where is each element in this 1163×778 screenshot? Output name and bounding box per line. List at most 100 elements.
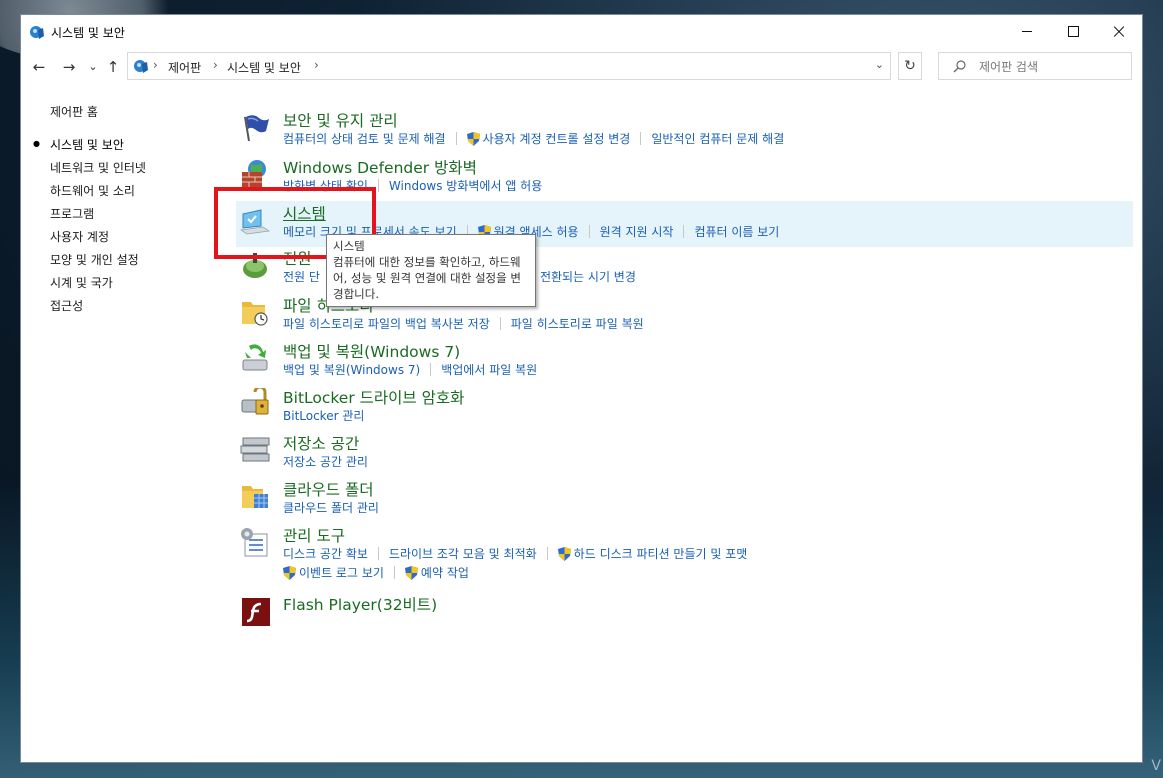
forward-button[interactable]: → [59,57,79,77]
firewall-icon [242,160,266,188]
link-uac-settings[interactable]: 사용자 계정 컨트롤 설정 변경 [483,130,631,147]
sidebar-item-user-accounts[interactable]: 사용자 계정 [50,228,109,245]
link-row: 저장소 공간 관리 [283,453,368,470]
link-divider [377,547,379,560]
bitlocker-icon [241,388,269,415]
link-troubleshoot[interactable]: 일반적인 컴퓨터 문제 해결 [651,130,784,147]
link-divider [377,179,379,192]
corner-glyph: V [1151,758,1161,774]
navigation-bar: ← → ⌄ ↑ › 제어판 › 시스템 및 보안 › ⌄ ↻ [21,49,1142,85]
back-button[interactable]: ← [29,57,49,77]
link-divider [430,363,432,376]
link-restore-files[interactable]: 파일 히스토리로 파일 복원 [511,315,644,332]
category-title[interactable]: 클라우드 폴더 [283,478,374,500]
category-title[interactable]: 관리 도구 [283,524,345,546]
recent-locations-button[interactable]: ⌄ [83,57,103,77]
link-row: 이벤트 로그 보기 예약 작업 [283,564,469,581]
backup-icon [242,344,268,371]
sidebar-item-programs[interactable]: 프로그램 [50,205,94,222]
category-title[interactable]: BitLocker 드라이브 암호화 [283,386,464,408]
category-title[interactable]: 보안 및 유지 관리 [283,109,398,131]
link-restore-from-backup[interactable]: 백업에서 파일 복원 [441,361,537,378]
tooltip-body: 컴퓨터에 대한 정보를 확인하고, 하드웨어, 성능 및 원격 연결에 대한 설… [333,255,521,301]
link-partition-format[interactable]: 하드 디스크 파티션 만들기 및 포맷 [574,545,748,562]
sidebar-item-appearance[interactable]: 모양 및 개인 설정 [50,251,139,268]
sidebar-item-home[interactable]: 제어판 홈 [50,103,98,120]
link-row: 파일 히스토리로 파일의 백업 복사본 저장 파일 히스토리로 파일 복원 [283,315,644,332]
sidebar-item-hardware[interactable]: 하드웨어 및 소리 [50,182,135,199]
control-panel-icon [134,60,148,73]
link-divider [640,132,642,145]
file-history-icon [242,302,268,326]
link-remote-assistance[interactable]: 원격 지원 시작 [600,223,674,240]
minimize-icon [1022,30,1032,32]
breadcrumb-system-security[interactable]: 시스템 및 보안 [227,59,301,76]
link-power-options[interactable]: 전원 단 [283,268,320,285]
current-bullet-icon: ● [33,139,40,148]
link-divider [455,132,457,145]
link-divider [683,225,685,238]
window-title: 시스템 및 보안 [51,26,125,40]
uac-shield-icon [404,565,418,580]
uac-shield-icon [466,131,480,146]
close-button[interactable]: × [1096,15,1142,47]
link-computer-name[interactable]: 컴퓨터 이름 보기 [694,223,779,240]
link-backup-restore[interactable]: 백업 및 복원(Windows 7) [283,361,420,378]
link-divider [499,317,501,330]
search-icon [953,60,966,73]
uac-shield-icon [283,565,296,580]
link-event-log[interactable]: 이벤트 로그 보기 [299,564,384,581]
close-icon: × [1110,19,1128,43]
cloud-folder-icon [242,486,268,508]
link-manage-cloud-folder[interactable]: 클라우드 폴더 관리 [283,499,379,516]
link-save-backup[interactable]: 파일 히스토리로 파일의 백업 복사본 저장 [283,315,490,332]
link-allow-app[interactable]: Windows 방화벽에서 앱 허용 [389,177,542,194]
system-tooltip: 시스템 컴퓨터에 대한 정보를 확인하고, 하드웨어, 성능 및 원격 연결에 … [326,234,536,307]
storage-icon [240,437,270,462]
link-disk-cleanup[interactable]: 디스크 공간 확보 [283,545,368,562]
link-row: 컴퓨터의 상태 검토 및 문제 해결 사용자 계정 컨트롤 설정 변경 일반적인… [283,130,784,147]
link-review-status[interactable]: 컴퓨터의 상태 검토 및 문제 해결 [283,130,446,147]
link-row: BitLocker 관리 [283,407,364,424]
breadcrumb-separator[interactable]: › [314,58,319,72]
category-title[interactable]: 저장소 공간 [283,432,359,454]
sidebar-item-system-security[interactable]: 시스템 및 보안 [50,136,124,153]
category-title[interactable]: 백업 및 복원(Windows 7) [283,340,460,362]
link-divider [393,566,395,579]
link-manage-storage[interactable]: 저장소 공간 관리 [283,453,368,470]
uac-shield-icon [557,546,571,561]
sidebar-item-accessibility[interactable]: 접근성 [50,297,83,314]
link-manage-bitlocker[interactable]: BitLocker 관리 [283,407,364,424]
admin-tools-icon [241,528,268,557]
category-title[interactable]: Windows Defender 방화벽 [283,156,477,178]
maximize-button[interactable] [1050,15,1096,47]
refresh-button[interactable]: ↻ [898,52,922,80]
sidebar-item-network[interactable]: 네트워크 및 인터넷 [50,159,146,176]
control-panel-window: 시스템 및 보안 × ← → ⌄ ↑ › 제어판 › 시스템 및 보안 › ⌄ … [20,14,1143,763]
flag-icon [244,115,269,142]
address-bar[interactable]: › 제어판 › 시스템 및 보안 › ⌄ [127,52,891,80]
link-sleep-change[interactable]: 전환되는 시기 변경 [540,268,636,285]
link-row: 클라우드 폴더 관리 [283,499,379,516]
minimize-button[interactable] [1004,15,1050,47]
flash-icon [242,598,270,626]
breadcrumb-separator[interactable]: › [213,58,218,72]
breadcrumb-separator[interactable]: › [153,58,158,72]
link-divider [546,547,548,560]
sidebar-item-clock-region[interactable]: 시계 및 국가 [50,274,113,291]
search-box[interactable] [938,52,1132,80]
link-row: 백업 및 복원(Windows 7) 백업에서 파일 복원 [283,361,537,378]
category-title[interactable]: Flash Player(32비트) [283,593,437,615]
address-dropdown-icon[interactable]: ⌄ [875,58,884,71]
breadcrumb-control-panel[interactable]: 제어판 [168,59,201,76]
link-defragment[interactable]: 드라이브 조각 모음 및 최적화 [389,545,537,562]
tooltip-title: 시스템 [333,239,365,253]
link-divider [588,225,590,238]
search-input[interactable] [977,57,1131,77]
control-panel-icon [30,26,44,39]
up-button[interactable]: ↑ [103,57,123,77]
maximize-icon [1067,25,1079,37]
link-scheduled-tasks[interactable]: 예약 작업 [421,564,469,581]
link-row: 디스크 공간 확보 드라이브 조각 모음 및 최적화 하드 디스크 파티션 만들… [283,545,747,562]
title-bar[interactable]: 시스템 및 보안 × [21,15,1142,49]
